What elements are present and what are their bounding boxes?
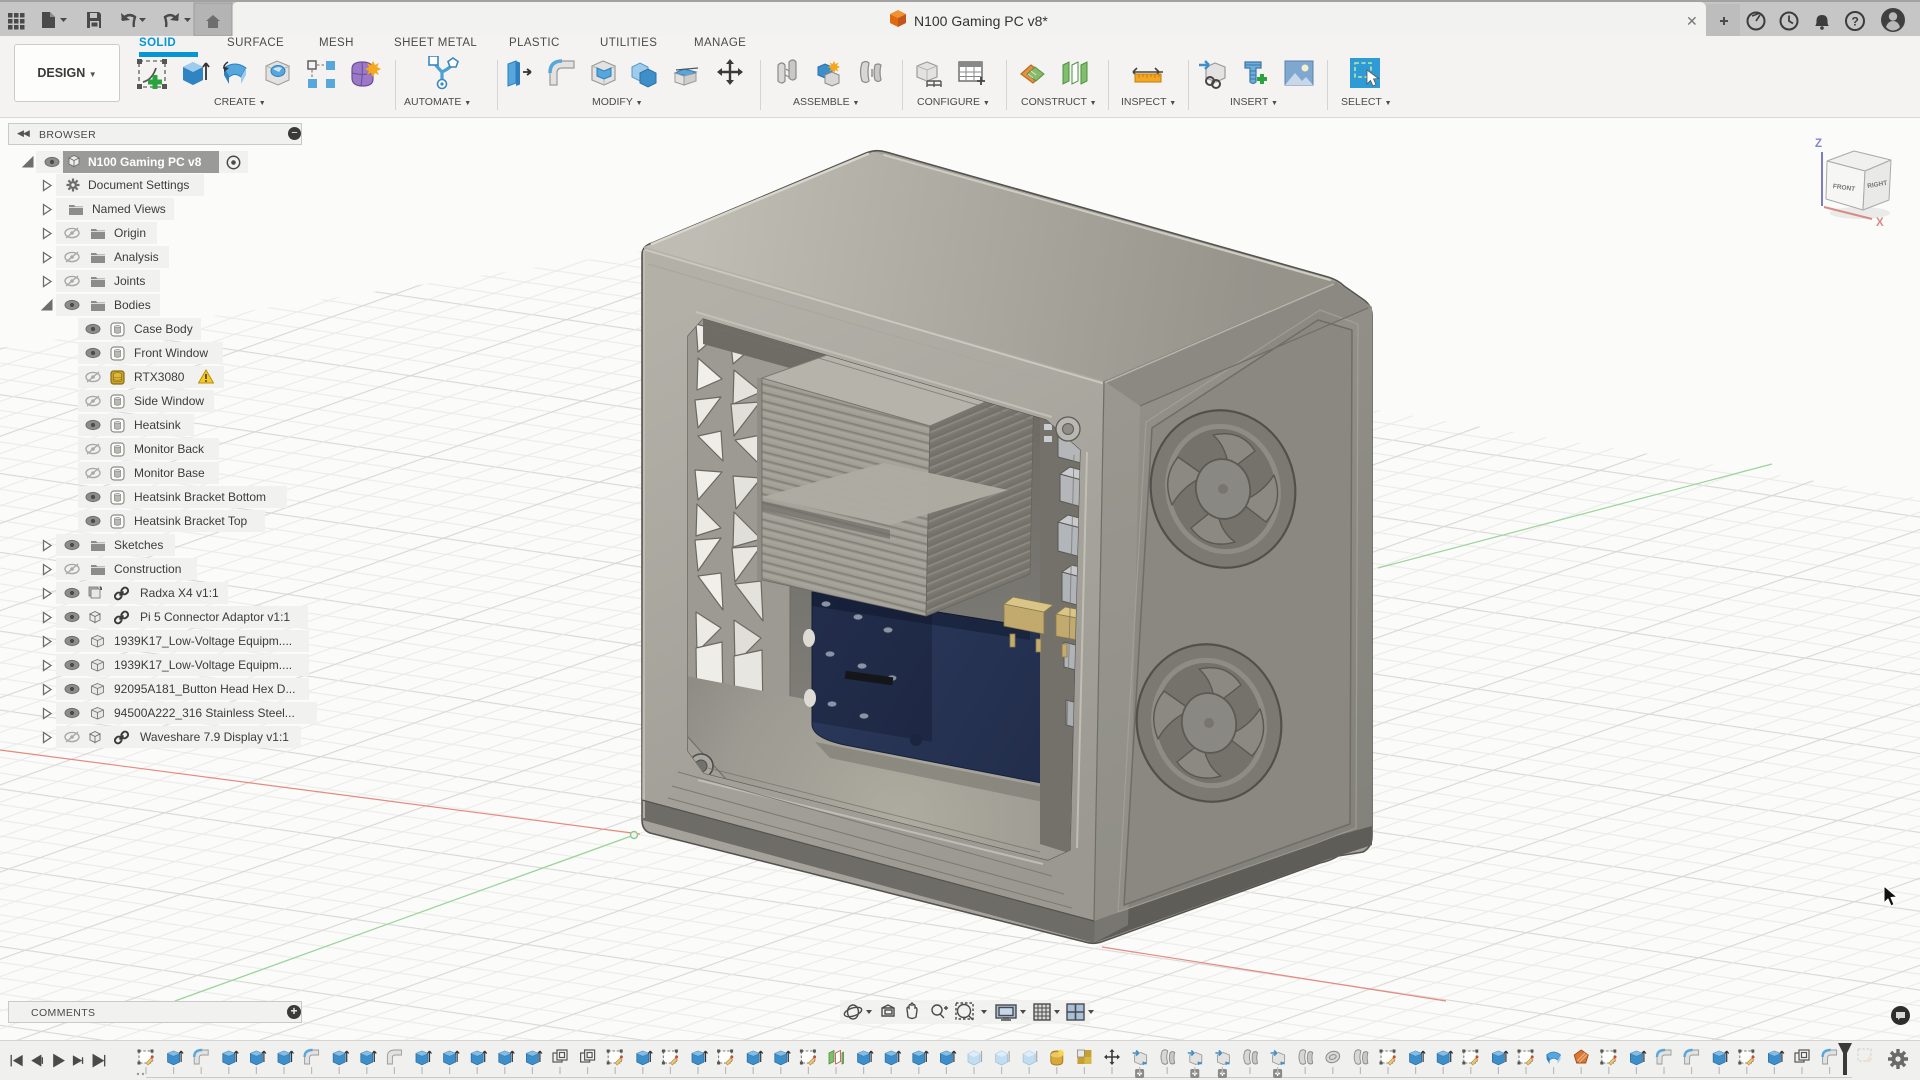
svg-text:✕: ✕ <box>1686 13 1698 29</box>
svg-text:N100 Gaming PC v8*: N100 Gaming PC v8* <box>914 13 1048 29</box>
svg-text:X: X <box>1876 217 1884 229</box>
svg-text:Z: Z <box>1815 138 1822 150</box>
svg-text:?: ? <box>1852 15 1859 29</box>
